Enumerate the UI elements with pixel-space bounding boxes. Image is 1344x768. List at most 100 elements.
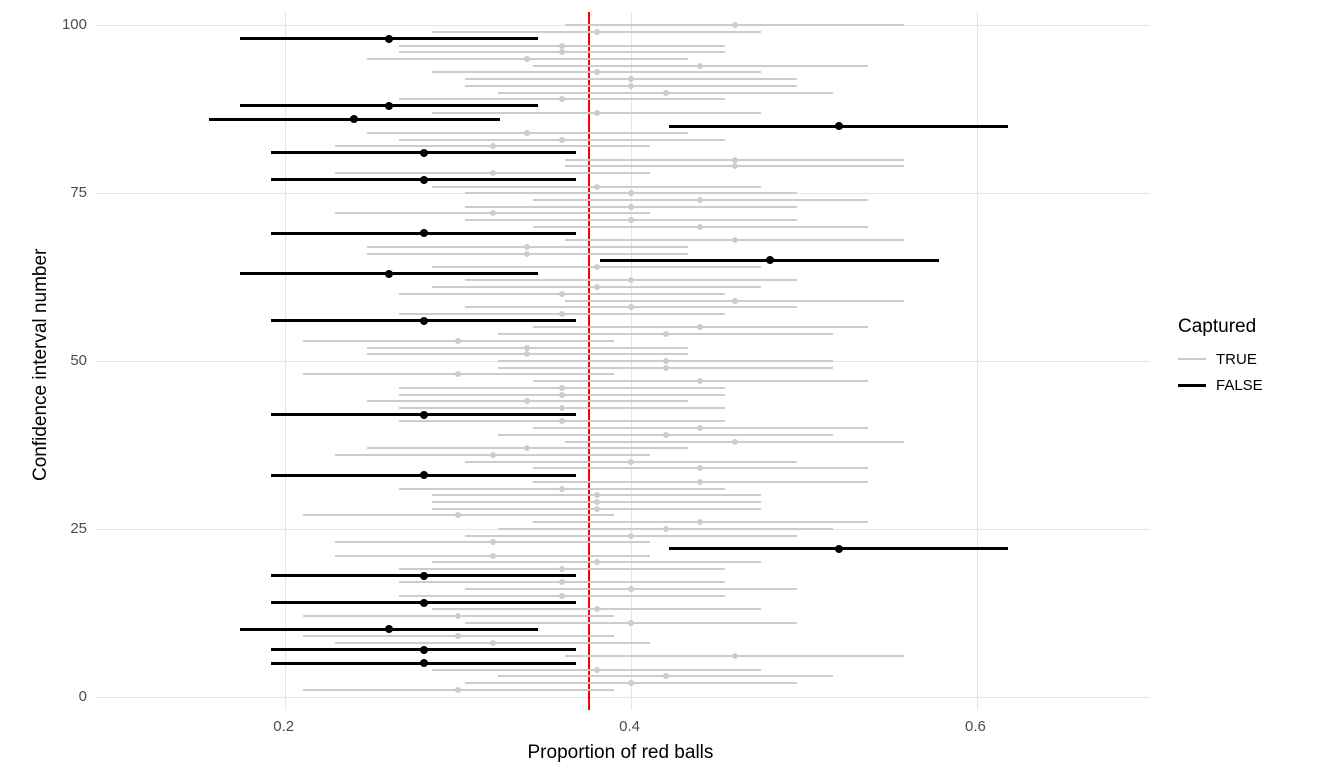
ci-point [628, 620, 634, 626]
ci-point [594, 110, 600, 116]
y-axis-title: Confidence interval number [30, 249, 52, 481]
ci-point [455, 371, 461, 377]
ci-point [628, 304, 634, 310]
ci-point [594, 29, 600, 35]
ci-point [594, 499, 600, 505]
ci-point [628, 190, 634, 196]
ci-point [732, 22, 738, 28]
ci-point [559, 49, 565, 55]
ci-point [732, 298, 738, 304]
legend-label-true: TRUE [1216, 351, 1257, 368]
legend: Captured TRUE FALSE [1178, 316, 1263, 398]
ci-point [420, 572, 428, 580]
ci-point [594, 69, 600, 75]
y-tick-label: 100 [62, 16, 87, 33]
ci-point [732, 653, 738, 659]
ci-point [766, 256, 774, 264]
ci-point [559, 418, 565, 424]
ci-point [835, 545, 843, 553]
ci-point [559, 96, 565, 102]
ci-point [732, 157, 738, 163]
ci-point [628, 680, 634, 686]
ci-point [594, 284, 600, 290]
ci-point [420, 317, 428, 325]
ci-point [663, 358, 669, 364]
x-tick-label: 0.2 [273, 718, 294, 735]
ci-point [524, 56, 530, 62]
y-tick-label: 50 [70, 352, 87, 369]
ci-point [490, 640, 496, 646]
ci-point [455, 338, 461, 344]
ci-point [594, 184, 600, 190]
grid-h [95, 697, 1150, 698]
ci-point [663, 90, 669, 96]
ci-point [490, 452, 496, 458]
ci-point [732, 163, 738, 169]
ci-point [732, 439, 738, 445]
ci-point [697, 425, 703, 431]
ci-point [455, 512, 461, 518]
chart-root: Confidence interval number Proportion of… [0, 0, 1344, 768]
y-tick-label: 25 [70, 520, 87, 537]
ci-point [420, 471, 428, 479]
ci-point [420, 411, 428, 419]
ci-point [559, 43, 565, 49]
ci-point [628, 204, 634, 210]
ci-point [594, 606, 600, 612]
ci-point [628, 533, 634, 539]
ci-point [663, 673, 669, 679]
ci-point [559, 566, 565, 572]
plot-panel [95, 12, 1150, 710]
ci-point [524, 130, 530, 136]
ci-point [663, 432, 669, 438]
ci-point [524, 345, 530, 351]
ci-point [420, 149, 428, 157]
ci-point [697, 378, 703, 384]
legend-item-false: FALSE [1178, 372, 1263, 398]
ci-point [385, 270, 393, 278]
ci-point [697, 465, 703, 471]
ci-point [350, 115, 358, 123]
ci-point [524, 398, 530, 404]
legend-key-false [1178, 384, 1206, 387]
ci-point [559, 593, 565, 599]
ci-point [455, 687, 461, 693]
ci-point [594, 264, 600, 270]
ci-point [490, 553, 496, 559]
legend-title: Captured [1178, 316, 1263, 338]
ci-point [697, 224, 703, 230]
ci-point [697, 479, 703, 485]
ci-point [732, 237, 738, 243]
ci-point [628, 459, 634, 465]
ci-point [559, 311, 565, 317]
ci-point [697, 63, 703, 69]
ci-point [663, 331, 669, 337]
ci-point [490, 210, 496, 216]
legend-key-true [1178, 358, 1206, 360]
ci-point [663, 526, 669, 532]
ci-point [385, 625, 393, 633]
ci-point [524, 445, 530, 451]
ci-point [628, 217, 634, 223]
ci-point [559, 405, 565, 411]
ci-point [594, 559, 600, 565]
ci-point [594, 492, 600, 498]
ci-point [628, 277, 634, 283]
y-tick-label: 75 [70, 184, 87, 201]
x-axis-title: Proportion of red balls [528, 742, 714, 764]
ci-point [697, 197, 703, 203]
ci-point [663, 365, 669, 371]
ci-point [524, 351, 530, 357]
ci-point [490, 170, 496, 176]
legend-label-false: FALSE [1216, 377, 1263, 394]
ci-point [420, 659, 428, 667]
ci-point [697, 519, 703, 525]
ci-point [835, 122, 843, 130]
ci-point [559, 137, 565, 143]
ci-point [420, 646, 428, 654]
x-tick-label: 0.6 [965, 718, 986, 735]
ci-point [559, 579, 565, 585]
ci-point [490, 143, 496, 149]
ci-point [420, 229, 428, 237]
ci-point [594, 667, 600, 673]
